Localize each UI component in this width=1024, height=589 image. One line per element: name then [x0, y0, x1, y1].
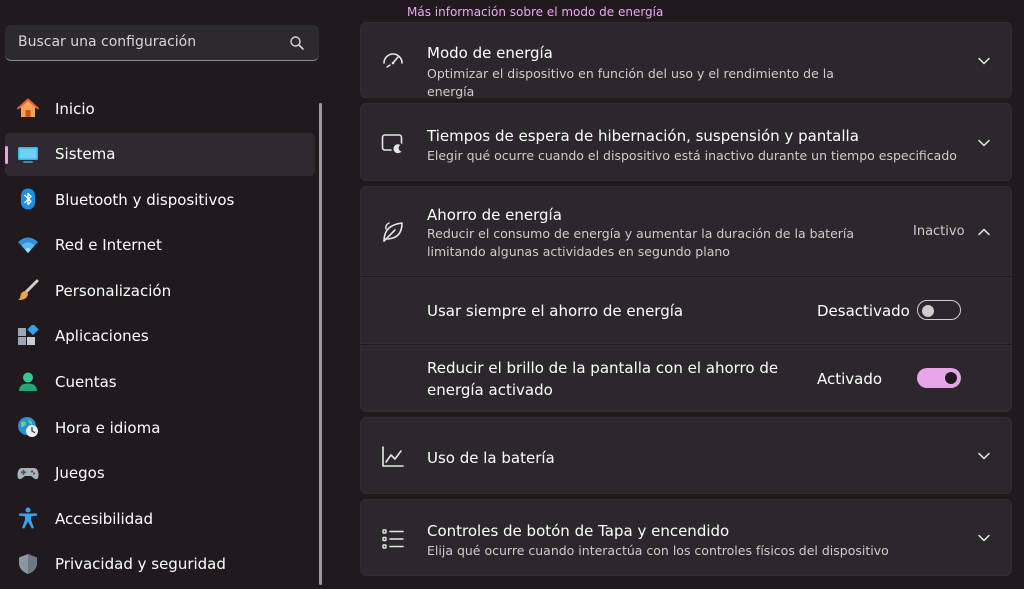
- sidebar-item-label: Privacidad y seguridad: [55, 555, 226, 574]
- energy-saver-card[interactable]: Ahorro de energía Reducir el consumo de …: [360, 186, 1012, 276]
- sidebar-item-label: Hora e idioma: [55, 418, 161, 437]
- sleep-timeouts-title: Tiempos de espera de hibernación, suspen…: [427, 127, 859, 145]
- list-icon: [382, 529, 404, 549]
- sidebar-item-label: Red e Internet: [55, 236, 162, 255]
- sidebar-nav: Inicio Sistema Bluetooth y dispositivos …: [5, 87, 315, 589]
- always-energy-saver-row: Usar siempre el ahorro de energía Desact…: [360, 277, 1012, 344]
- power-mode-title: Modo de energía: [427, 44, 553, 62]
- energy-saver-status: Inactivo: [913, 224, 965, 239]
- search-icon[interactable]: [289, 35, 305, 51]
- sidebar-item-juegos[interactable]: Juegos: [5, 452, 315, 495]
- power-mode-card[interactable]: Modo de energía Optimizar el dispositivo…: [360, 22, 1012, 99]
- power-mode-subtitle: Optimizar el dispositivo en función del …: [427, 66, 834, 99]
- globe-clock-icon: [18, 417, 38, 438]
- screen-sleep-icon: [381, 134, 405, 156]
- energy-saver-title: Ahorro de energía: [427, 206, 562, 224]
- brush-icon: [18, 279, 39, 301]
- toggle-knob: [945, 372, 957, 384]
- sidebar-item-label: Accesibilidad: [55, 509, 153, 528]
- gamepad-icon: [17, 467, 39, 479]
- sidebar-item-red[interactable]: Red e Internet: [5, 224, 315, 267]
- sidebar-item-label: Inicio: [55, 99, 95, 118]
- sidebar-item-label: Bluetooth y dispositivos: [55, 190, 235, 209]
- sleep-timeouts-subtitle: Elegir qué ocurre cuando el dispositivo …: [427, 148, 957, 163]
- search-input[interactable]: [5, 25, 288, 59]
- chevron-down-icon[interactable]: [977, 531, 991, 545]
- sidebar-item-sistema[interactable]: Sistema: [5, 132, 315, 176]
- accessibility-icon: [19, 507, 37, 529]
- bluetooth-icon: [21, 188, 35, 210]
- sidebar-item-privacidad[interactable]: Privacidad y seguridad: [5, 543, 315, 586]
- reduce-brightness-label: Reducir el brillo de la pantalla con el …: [427, 357, 778, 401]
- chevron-down-icon[interactable]: [977, 136, 991, 150]
- lid-power-controls-card[interactable]: Controles de botón de Tapa y encendido E…: [360, 499, 1012, 576]
- energy-saver-subtitle-line2: limitando algunas actividades en segundo…: [427, 244, 730, 259]
- home-icon: [17, 98, 39, 117]
- shield-icon: [19, 553, 37, 574]
- always-energy-saver-toggle[interactable]: [917, 300, 961, 320]
- always-energy-saver-label: Usar siempre el ahorro de energía: [427, 302, 684, 320]
- energy-saver-subtitle-line1: Reducir el consumo de energía y aumentar…: [427, 226, 855, 241]
- sidebar-item-aplicaciones[interactable]: Aplicaciones: [5, 315, 315, 358]
- reduce-brightness-label-line2: energía activado: [427, 381, 553, 399]
- power-mode-icon: [383, 53, 403, 68]
- wifi-icon: [18, 237, 38, 253]
- reduce-brightness-state: Activado: [817, 370, 883, 388]
- sidebar-item-inicio[interactable]: Inicio: [5, 87, 315, 130]
- sidebar-item-personalizacion[interactable]: Personalización: [5, 269, 315, 312]
- battery-usage-title: Uso de la batería: [427, 449, 555, 467]
- reduce-brightness-label-line1: Reducir el brillo de la pantalla con el …: [427, 359, 779, 377]
- reduce-brightness-toggle[interactable]: [917, 368, 961, 388]
- search-box[interactable]: [5, 25, 319, 61]
- sidebar-item-bluetooth[interactable]: Bluetooth y dispositivos: [5, 178, 315, 221]
- always-energy-saver-state: Desactivado: [817, 302, 910, 320]
- sleep-timeouts-card[interactable]: Tiempos de espera de hibernación, suspen…: [360, 103, 1012, 181]
- lid-power-controls-title: Controles de botón de Tapa y encendido: [427, 522, 730, 540]
- sidebar-item-accesibilidad[interactable]: Accesibilidad: [5, 497, 315, 540]
- chart-line-icon: [382, 446, 404, 467]
- sidebar-item-label: Personalización: [55, 281, 172, 300]
- sidebar-item-label: Cuentas: [55, 373, 117, 392]
- sidebar-item-cuentas[interactable]: Cuentas: [5, 361, 315, 404]
- chevron-up-icon[interactable]: [977, 225, 991, 239]
- sidebar-item-hora[interactable]: Hora e idioma: [5, 406, 315, 449]
- reduce-brightness-row: Reducir el brillo de la pantalla con el …: [360, 345, 1012, 412]
- chevron-down-icon[interactable]: [977, 449, 991, 463]
- sidebar-scrollbar[interactable]: [319, 103, 322, 585]
- apps-icon: [18, 324, 39, 345]
- battery-usage-card[interactable]: Uso de la batería: [360, 417, 1012, 494]
- chevron-down-icon[interactable]: [977, 54, 991, 68]
- sidebar-item-label: Juegos: [55, 464, 105, 483]
- lid-power-controls-subtitle: Elija qué ocurre cuando interactúa con l…: [427, 543, 889, 558]
- sidebar-item-label: Sistema: [55, 145, 116, 164]
- leaf-icon: [383, 222, 403, 242]
- energy-saver-subtitle: Reducir el consumo de energía y aumentar…: [427, 225, 897, 261]
- sidebar-item-label: Aplicaciones: [55, 327, 149, 346]
- system-icon: [18, 146, 38, 163]
- toggle-knob: [922, 305, 934, 317]
- account-icon: [19, 372, 37, 391]
- power-mode-info-link[interactable]: Más información sobre el modo de energía: [407, 5, 663, 19]
